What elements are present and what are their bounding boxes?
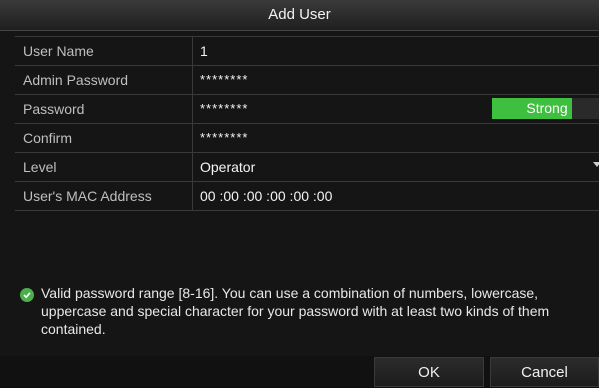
- check-circle-icon: [20, 288, 34, 302]
- add-user-dialog: Add User User Name 1 Admin Password ****…: [0, 0, 599, 387]
- confirm-row: Confirm ********: [15, 124, 599, 153]
- mac-segment-4[interactable]: 00: [270, 182, 286, 210]
- user-name-row: User Name 1: [15, 37, 599, 66]
- mac-separator: :: [309, 188, 317, 204]
- mac-separator: :: [238, 188, 247, 204]
- mac-segment-5[interactable]: 00: [293, 182, 309, 210]
- dialog-title: Add User: [0, 0, 599, 31]
- password-label: Password: [15, 95, 193, 123]
- confirm-label: Confirm: [15, 124, 193, 152]
- mac-segment-2[interactable]: 00: [223, 182, 239, 210]
- password-field[interactable]: ********: [200, 95, 248, 123]
- level-label: Level: [15, 153, 193, 181]
- ok-button[interactable]: OK: [374, 357, 484, 387]
- user-form: User Name 1 Admin Password ******** Pass…: [15, 36, 599, 211]
- mac-address-row: User's MAC Address 00 : 00 : 00 : 00 : 0…: [15, 182, 599, 211]
- password-row: Password ******** Strong: [15, 95, 599, 124]
- mac-separator: :: [215, 188, 224, 204]
- user-name-label: User Name: [15, 37, 193, 65]
- mac-segment-6[interactable]: 00: [317, 182, 333, 210]
- confirm-password-field[interactable]: ********: [200, 124, 248, 152]
- mac-segment-3[interactable]: 00: [247, 182, 263, 210]
- mac-separator: :: [285, 188, 294, 204]
- chevron-down-icon[interactable]: [593, 162, 599, 167]
- level-row: Level Operator: [15, 153, 599, 182]
- cancel-button[interactable]: Cancel: [490, 357, 599, 387]
- user-name-field[interactable]: 1: [200, 37, 208, 65]
- password-strength-label: Strong: [526, 100, 568, 116]
- mac-address-field[interactable]: 00 : 00 : 00 : 00 : 00 : 00: [200, 182, 332, 210]
- mac-segment-1[interactable]: 00: [200, 182, 216, 210]
- mac-address-label: User's MAC Address: [15, 182, 193, 210]
- admin-password-row: Admin Password ********: [15, 66, 599, 95]
- password-hint-text: Valid password range [8-16]. You can use…: [41, 285, 550, 337]
- mac-separator: :: [262, 188, 271, 204]
- admin-password-label: Admin Password: [15, 66, 193, 94]
- level-select[interactable]: Operator: [200, 153, 255, 181]
- password-hint: Valid password range [8-16]. You can use…: [20, 284, 582, 338]
- admin-password-field[interactable]: ********: [200, 66, 248, 94]
